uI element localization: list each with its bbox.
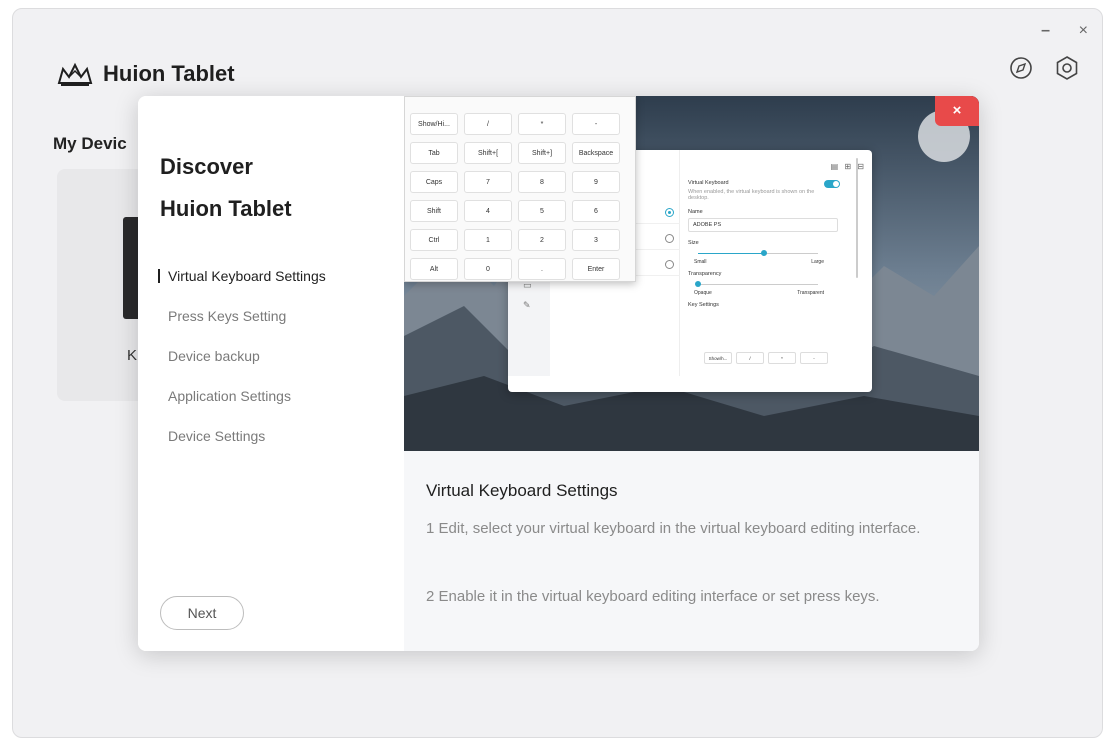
nav-item-device-settings[interactable]: Device Settings [158, 426, 326, 466]
key-setting-key: - [800, 352, 828, 364]
app-title: Huion Tablet [103, 61, 235, 86]
dialog-heading: Discover Huion Tablet [160, 146, 292, 230]
size-max-label: Large [811, 259, 824, 265]
compass-icon[interactable] [1008, 55, 1034, 81]
vk-key: Backspace [572, 142, 620, 164]
section-title: My Devic [53, 134, 127, 153]
gear-icon[interactable] [1054, 55, 1080, 81]
key-settings-label: Key Settings [688, 302, 719, 308]
app-header: Huion Tablet [55, 61, 235, 87]
vk-key: 5 [518, 200, 566, 222]
editor-scrollbar [856, 158, 858, 278]
discover-dialog: Discover Huion Tablet Virtual Keyboard S… [138, 96, 979, 651]
key-setting-key: / [736, 352, 764, 364]
vk-key: / [464, 113, 512, 135]
vk-key: - [572, 113, 620, 135]
vk-key: 0 [464, 258, 512, 280]
key-setting-key: Show/h... [704, 352, 732, 364]
vk-key: Ctrl [410, 229, 458, 251]
next-button[interactable]: Next [160, 596, 244, 630]
vk-key: 3 [572, 229, 620, 251]
key-setting-key: * [768, 352, 796, 364]
list-radio [665, 234, 674, 243]
transparency-slider [695, 280, 818, 290]
virtual-keyboard-desc: When enabled, the virtual keyboard is sh… [688, 189, 815, 201]
huion-crown-logo-icon [57, 62, 93, 86]
vk-key: 2 [518, 229, 566, 251]
virtual-keyboard-toggle [824, 180, 840, 188]
vk-key: Shift [410, 200, 458, 222]
preview-image: × Show/Hi... / * - Tab Shift+[Shift+] Backspac… [404, 96, 979, 451]
size-label: Size [688, 240, 699, 246]
list-radio [665, 260, 674, 269]
caption-step-1: 1 Edit, select your virtual keyboard in … [426, 520, 921, 537]
dialog-nav: Virtual Keyboard Settings Press Keys Set… [158, 266, 326, 466]
list-radio [665, 208, 674, 217]
virtual-keyboard-preview: Show/Hi... / * - Tab Shift+[ Shift+] Backspace C… [404, 96, 636, 282]
vk-key: Show/Hi... [410, 113, 458, 135]
vk-key: 9 [572, 171, 620, 193]
dialog-content: × Show/Hi... / * - Tab Shift+[Shift+] Backspac… [404, 96, 979, 651]
transparency-min-label: Opaque [694, 290, 712, 296]
dialog-close-button[interactable]: × [935, 96, 979, 126]
dialog-heading-line1: Discover [160, 154, 253, 179]
size-min-label: Small [694, 259, 707, 265]
size-slider-labels: Small Large [694, 259, 824, 265]
dialog-sidebar: Discover Huion Tablet Virtual Keyboard S… [138, 96, 404, 651]
vk-key: 4 [464, 200, 512, 222]
vk-key: . [518, 258, 566, 280]
vk-key: Shift+[ [464, 142, 512, 164]
window-close-button[interactable]: × [1079, 23, 1088, 39]
vk-key: Tab [410, 142, 458, 164]
key-settings-row: Show/h... / * - [704, 352, 828, 364]
caption-step-2: 2 Enable it in the virtual keyboard edit… [426, 588, 880, 605]
vk-key: 7 [464, 171, 512, 193]
size-slider [698, 249, 818, 259]
transparency-slider-labels: Opaque Transparent [694, 290, 824, 296]
virtual-keyboard-grid: Show/Hi... / * - Tab Shift+[ Shift+] Backspace C… [410, 113, 620, 280]
vk-key: * [518, 113, 566, 135]
transparency-max-label: Transparent [797, 290, 824, 296]
minimize-button[interactable]: – [1041, 23, 1050, 39]
vk-key: Caps [410, 171, 458, 193]
vk-key: 8 [518, 171, 566, 193]
nav-item-device-backup[interactable]: Device backup [158, 346, 326, 386]
nav-item-application-settings[interactable]: Application Settings [158, 386, 326, 426]
vk-key: 1 [464, 229, 512, 251]
nav-item-press-keys-setting[interactable]: Press Keys Setting [158, 306, 326, 346]
pen-tool-icon: ✎ [523, 300, 531, 310]
vk-key: Alt [410, 258, 458, 280]
dialog-heading-line2: Huion Tablet [160, 196, 292, 221]
caption-title: Virtual Keyboard Settings [426, 481, 618, 500]
transparency-label: Transparency [688, 271, 722, 277]
vk-key: Shift+] [518, 142, 566, 164]
device-name: K [127, 347, 138, 364]
editor-view-icons: ▤ ⊞ ⊟ [830, 162, 866, 171]
editor-properties: Virtual Keyboard When enabled, the virtu… [688, 180, 848, 311]
vk-key: 6 [572, 200, 620, 222]
nav-item-virtual-keyboard-settings[interactable]: Virtual Keyboard Settings [158, 266, 326, 306]
vk-key: Enter [572, 258, 620, 280]
name-label: Name [688, 209, 703, 215]
name-field: ADOBE PS [688, 218, 838, 232]
